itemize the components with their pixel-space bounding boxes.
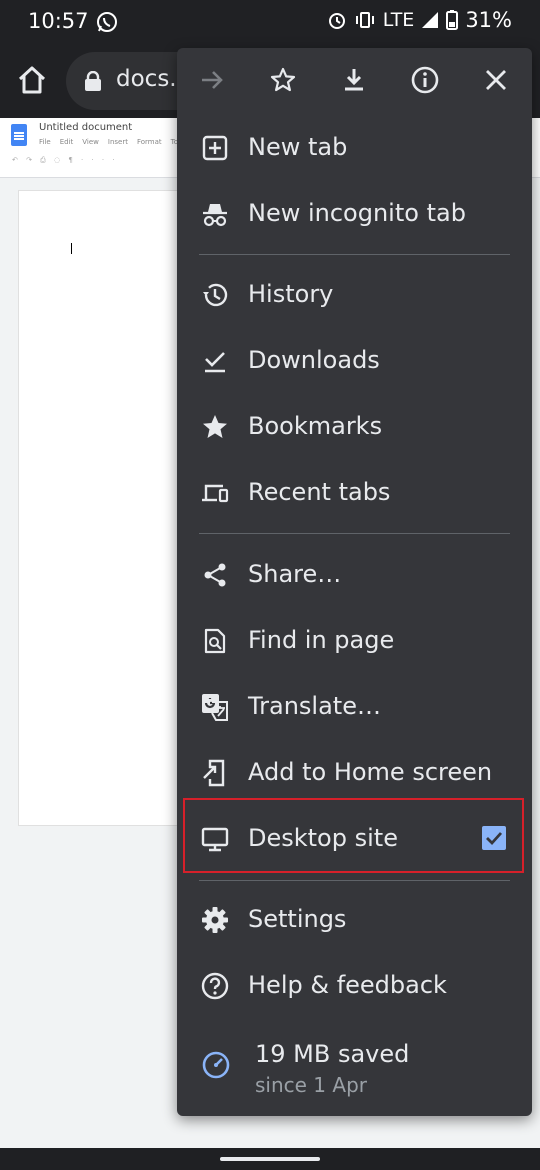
gear-icon — [202, 907, 228, 933]
doc-menu-bar: File Edit View Insert Format To — [39, 138, 178, 146]
doc-menu-insert: Insert — [107, 138, 128, 146]
doc-title: Untitled document — [39, 122, 133, 133]
docs-logo-icon — [11, 124, 27, 146]
close-menu-button[interactable] — [478, 62, 514, 98]
new-tab-icon — [202, 135, 228, 161]
doc-menu-file: File — [39, 138, 51, 146]
menu-item-label: Settings — [248, 905, 347, 933]
add-to-home-icon — [203, 759, 225, 787]
signal-icon — [422, 12, 439, 28]
bookmarks-star-icon — [203, 415, 227, 438]
status-time: 10:57 — [28, 9, 89, 33]
info-icon — [411, 66, 439, 94]
menu-item-add-to-home-screen[interactable]: Add to Home screen — [177, 740, 532, 806]
alarm-icon — [328, 13, 345, 29]
find-in-page-icon — [204, 628, 226, 654]
data-saver-gauge-icon — [202, 1051, 230, 1079]
download-icon — [345, 69, 363, 91]
doc-toolbar-icons: ↶ ↷ ⎙ ◌ ¶ · · · · — [12, 156, 118, 164]
menu-item-label: Bookmarks — [248, 412, 383, 440]
menu-item-label: New tab — [248, 133, 348, 161]
menu-action-row — [177, 48, 532, 114]
home-icon[interactable] — [14, 62, 50, 98]
help-icon — [201, 972, 229, 1000]
menu-item-label: Translate… — [248, 692, 381, 720]
bookmark-button[interactable] — [265, 62, 301, 98]
menu-divider — [199, 533, 510, 534]
forward-button[interactable] — [194, 62, 230, 98]
menu-item-downloads[interactable]: Downloads — [177, 328, 532, 394]
history-icon — [203, 283, 228, 307]
status-icons: LTE 31% — [327, 8, 512, 32]
vibrate-icon — [355, 12, 374, 28]
menu-item-settings[interactable]: Settings — [177, 887, 532, 953]
menu-item-help-feedback[interactable]: Help & feedback — [177, 953, 532, 1019]
lock-icon — [85, 71, 101, 91]
forward-icon — [202, 71, 223, 89]
browser-menu: New tab New incognito tab History Downlo… — [177, 48, 532, 1116]
download-button[interactable] — [336, 62, 372, 98]
navigation-bar — [0, 1148, 540, 1170]
downloads-check-icon — [205, 352, 225, 373]
menu-item-label: Recent tabs — [248, 478, 391, 506]
doc-menu-format: Format — [136, 138, 162, 146]
network-type: LTE — [382, 9, 415, 31]
menu-item-label: Add to Home screen — [248, 758, 493, 786]
menu-item-label: Find in page — [248, 626, 395, 654]
menu-item-history[interactable]: History — [177, 262, 532, 328]
menu-item-label: Share… — [248, 560, 342, 588]
translate-icon — [202, 694, 228, 721]
menu-divider — [199, 880, 510, 881]
menu-item-new-incognito-tab[interactable]: New incognito tab — [177, 181, 532, 247]
battery-percent: 31% — [465, 8, 512, 32]
menu-item-translate[interactable]: Translate… — [177, 674, 532, 740]
page-info-button[interactable] — [407, 62, 443, 98]
devices-icon — [202, 484, 229, 503]
bookmark-star-icon — [270, 67, 296, 92]
menu-item-label: New incognito tab — [248, 199, 466, 227]
menu-item-label: Downloads — [248, 346, 380, 374]
menu-item-label: Help & feedback — [248, 971, 447, 999]
battery-icon — [446, 10, 459, 30]
close-icon — [486, 70, 506, 90]
menu-item-new-tab[interactable]: New tab — [177, 115, 532, 181]
data-saved-amount[interactable]: 19 MB saved — [255, 1040, 409, 1068]
menu-item-recent-tabs[interactable]: Recent tabs — [177, 460, 532, 526]
desktop-site-highlight — [183, 798, 524, 873]
menu-item-find-in-page[interactable]: Find in page — [177, 608, 532, 674]
menu-item-share[interactable]: Share… — [177, 542, 532, 608]
menu-divider — [199, 254, 510, 255]
incognito-icon — [203, 204, 227, 227]
menu-item-bookmarks[interactable]: Bookmarks — [177, 394, 532, 460]
url-text: docs. — [116, 66, 177, 92]
doc-menu-view: View — [82, 138, 99, 146]
doc-page — [18, 190, 188, 826]
home-gesture-handle[interactable] — [220, 1157, 320, 1161]
share-icon — [204, 563, 226, 587]
doc-menu-edit: Edit — [59, 138, 74, 146]
menu-item-label: History — [248, 280, 334, 308]
text-cursor — [71, 243, 72, 254]
status-bar: 10:57 LTE 31% — [0, 0, 540, 44]
whatsapp-icon — [97, 12, 117, 32]
data-saved-since: since 1 Apr — [255, 1073, 367, 1097]
